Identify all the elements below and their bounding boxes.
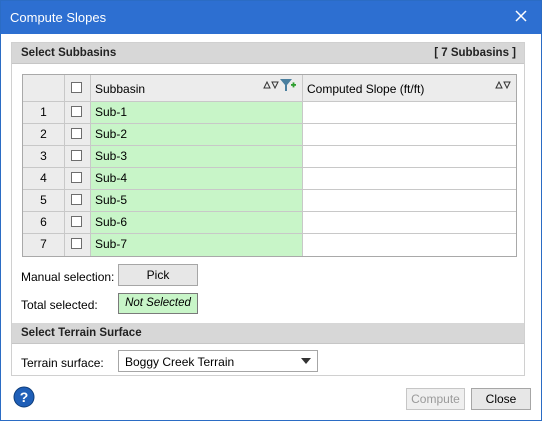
subbasin-name[interactable]: Sub-1 — [91, 102, 303, 124]
select-all-cell — [65, 75, 91, 102]
window-title: Compute Slopes — [10, 10, 107, 25]
subbasin-name[interactable]: Sub-5 — [91, 190, 303, 212]
title-bar: Compute Slopes — [1, 1, 541, 34]
computed-slope — [303, 168, 516, 190]
grid-header-row: Subbasin Computed Slope (ft/ft) — [23, 75, 516, 103]
row-number: 5 — [23, 190, 65, 212]
svg-text:?: ? — [20, 389, 29, 405]
compute-button[interactable]: Compute — [406, 388, 465, 410]
row-checkbox-cell — [65, 124, 91, 146]
row-checkbox-cell — [65, 212, 91, 234]
subbasin-column-label: Subbasin — [95, 82, 146, 96]
row-number: 7 — [23, 234, 65, 256]
computed-slope — [303, 234, 516, 256]
computed-slope — [303, 124, 516, 146]
subbasins-section-header: Select Subbasins [ 7 Subbasins ] — [12, 43, 524, 64]
filter-add-icon[interactable] — [279, 78, 297, 92]
help-icon[interactable]: ? — [13, 386, 35, 408]
subbasin-name[interactable]: Sub-7 — [91, 234, 303, 256]
table-row[interactable]: 4 Sub-4 — [23, 168, 516, 190]
row-checkbox[interactable] — [71, 194, 82, 205]
slope-column-header[interactable]: Computed Slope (ft/ft) — [303, 75, 516, 102]
row-number: 3 — [23, 146, 65, 168]
chevron-down-icon — [301, 358, 311, 364]
row-checkbox-cell — [65, 190, 91, 212]
dialog-body: Select Subbasins [ 7 Subbasins ] Subbasi… — [11, 42, 525, 376]
select-all-checkbox[interactable] — [71, 82, 82, 93]
subbasin-name[interactable]: Sub-6 — [91, 212, 303, 234]
total-selected-value: Not Selected — [118, 293, 198, 314]
row-checkbox-cell — [65, 146, 91, 168]
table-row[interactable]: 1 Sub-1 — [23, 102, 516, 124]
row-checkbox-cell — [65, 168, 91, 190]
subbasin-grid: Subbasin Computed Slope (ft/ft) 1 Sub-1 … — [22, 74, 517, 257]
table-row[interactable]: 7 Sub-7 — [23, 234, 516, 256]
row-number: 1 — [23, 102, 65, 124]
row-checkbox-cell — [65, 234, 91, 256]
table-row[interactable]: 3 Sub-3 — [23, 146, 516, 168]
terrain-surface-dropdown[interactable]: Boggy Creek Terrain — [118, 350, 318, 372]
compute-slopes-dialog: Compute Slopes Select Subbasins [ 7 Subb… — [0, 0, 542, 421]
row-checkbox-cell — [65, 102, 91, 124]
row-number: 4 — [23, 168, 65, 190]
terrain-section-title: Select Terrain Surface — [21, 327, 142, 339]
close-button[interactable]: Close — [471, 388, 531, 410]
sort-icon[interactable] — [495, 80, 511, 90]
pick-button[interactable]: Pick — [118, 264, 198, 286]
row-checkbox[interactable] — [71, 150, 82, 161]
row-checkbox[interactable] — [71, 106, 82, 117]
computed-slope — [303, 146, 516, 168]
subbasin-name[interactable]: Sub-3 — [91, 146, 303, 168]
table-row[interactable]: 2 Sub-2 — [23, 124, 516, 146]
row-checkbox[interactable] — [71, 238, 82, 249]
subbasin-column-header[interactable]: Subbasin — [91, 75, 303, 102]
row-checkbox[interactable] — [71, 216, 82, 227]
table-row[interactable]: 6 Sub-6 — [23, 212, 516, 234]
sort-icon[interactable] — [263, 80, 279, 90]
row-number: 2 — [23, 124, 65, 146]
terrain-surface-label: Terrain surface: — [21, 356, 104, 370]
row-checkbox[interactable] — [71, 128, 82, 139]
computed-slope — [303, 102, 516, 124]
computed-slope — [303, 212, 516, 234]
row-number: 6 — [23, 212, 65, 234]
manual-selection-label: Manual selection: — [21, 270, 115, 284]
subbasin-count: [ 7 Subbasins ] — [434, 47, 516, 59]
computed-slope — [303, 190, 516, 212]
row-checkbox[interactable] — [71, 172, 82, 183]
close-icon[interactable] — [511, 6, 531, 26]
slope-column-label: Computed Slope (ft/ft) — [307, 82, 425, 96]
table-row[interactable]: 5 Sub-5 — [23, 190, 516, 212]
terrain-surface-value: Boggy Creek Terrain — [125, 355, 235, 369]
subbasin-name[interactable]: Sub-4 — [91, 168, 303, 190]
total-selected-label: Total selected: — [21, 298, 98, 312]
subbasins-section-title: Select Subbasins — [21, 47, 117, 59]
subbasin-name[interactable]: Sub-2 — [91, 124, 303, 146]
row-number-header — [23, 75, 65, 102]
terrain-section-header: Select Terrain Surface — [12, 323, 524, 344]
